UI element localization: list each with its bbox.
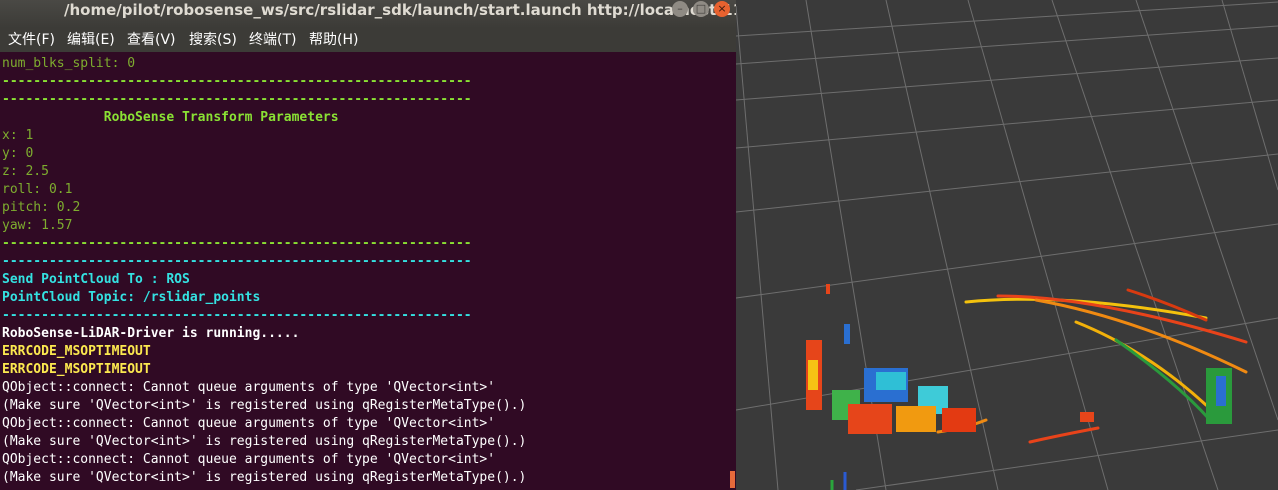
terminal-line: roll: 0.1: [2, 182, 73, 197]
terminal-window: /home/pilot/robosense_ws/src/rslidar_sdk…: [0, 0, 736, 490]
point-cloud-scene: [736, 0, 1278, 490]
menu-view[interactable]: 查看(V): [127, 28, 176, 52]
terminal-line: PointCloud Topic: /rslidar_points: [2, 290, 261, 305]
minimize-button[interactable]: –: [672, 1, 688, 17]
terminal-line: RoboSense-LiDAR-Driver is running.....: [2, 326, 300, 341]
terminal-output[interactable]: num_blks_split: 0 ----------------------…: [0, 52, 736, 490]
maximize-button[interactable]: □: [693, 1, 709, 17]
terminal-line: num_blks_split: 0: [2, 56, 136, 71]
separator-line: ----------------------------------------…: [2, 92, 472, 107]
axes-marker: [830, 472, 847, 490]
terminal-line: x: 1: [2, 128, 34, 143]
terminal-line: QObject::connect: Cannot queue arguments…: [2, 452, 496, 467]
menu-help[interactable]: 帮助(H): [309, 28, 358, 52]
terminal-line: QObject::connect: Cannot queue arguments…: [2, 380, 496, 395]
obstacle-points: [806, 284, 1232, 434]
ground-grid: [736, 0, 1278, 490]
terminal-line: z: 2.5: [2, 164, 49, 179]
error-line: ERRCODE_MSOPTIMEOUT: [2, 344, 151, 359]
separator-line: ----------------------------------------…: [2, 74, 472, 89]
terminal-scrollbar[interactable]: [730, 471, 735, 488]
menu-bar: 文件(F) 编辑(E) 查看(V) 搜索(S) 终端(T) 帮助(H): [0, 28, 736, 52]
section-heading: RoboSense Transform Parameters: [2, 110, 339, 125]
separator-line: ----------------------------------------…: [2, 254, 472, 269]
terminal-line: yaw: 1.57: [2, 218, 73, 233]
separator-line: ----------------------------------------…: [2, 236, 472, 251]
terminal-line: (Make sure 'QVector<int>' is registered …: [2, 398, 527, 413]
menu-terminal[interactable]: 终端(T): [249, 28, 296, 52]
terminal-line: (Make sure 'QVector<int>' is registered …: [2, 470, 527, 485]
terminal-line: (Make sure 'QVector<int>' is registered …: [2, 434, 527, 449]
close-button[interactable]: ×: [714, 1, 730, 17]
terminal-line: y: 0: [2, 146, 34, 161]
terminal-line: QObject::connect: Cannot queue arguments…: [2, 416, 496, 431]
terminal-line: Send PointCloud To : ROS: [2, 272, 190, 287]
terminal-line: pitch: 0.2: [2, 200, 81, 215]
error-line: ERRCODE_MSOPTIMEOUT: [2, 362, 151, 377]
window-titlebar[interactable]: /home/pilot/robosense_ws/src/rslidar_sdk…: [0, 0, 736, 28]
window-title: /home/pilot/robosense_ws/src/rslidar_sdk…: [64, 1, 736, 19]
menu-edit[interactable]: 编辑(E): [67, 28, 115, 52]
rviz-3d-viewport[interactable]: [736, 0, 1278, 490]
menu-search[interactable]: 搜索(S): [189, 28, 237, 52]
menu-file[interactable]: 文件(F): [8, 28, 55, 52]
separator-line: ----------------------------------------…: [2, 308, 472, 323]
